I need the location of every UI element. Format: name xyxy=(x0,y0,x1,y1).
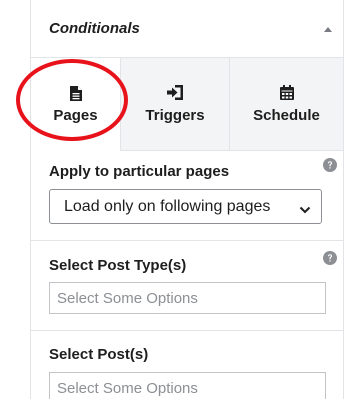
tab-label: Schedule xyxy=(253,106,320,124)
divider xyxy=(343,0,344,399)
posts-field: Select Post(s) Select Some Options xyxy=(31,331,343,399)
panel-title: Conditionals xyxy=(49,20,140,37)
triangle-up-icon[interactable] xyxy=(321,22,335,36)
select-value: Load only on following pages xyxy=(64,198,271,215)
field-label: Select Post Type(s) xyxy=(49,257,187,274)
sign-in-icon xyxy=(167,85,183,101)
field-label: Select Post(s) xyxy=(49,346,149,363)
post-types-field: Select Post Type(s) Select Some Options xyxy=(31,241,343,331)
posts-input[interactable]: Select Some Options xyxy=(49,372,326,399)
tab-triggers[interactable]: Triggers xyxy=(120,58,230,151)
post-types-input[interactable]: Select Some Options xyxy=(49,282,326,314)
panel-header[interactable]: Conditionals xyxy=(31,0,343,58)
apply-pages-field: Apply to particular pages Load only on f… xyxy=(31,151,343,241)
tab-bar: Pages Triggers Schedule xyxy=(31,58,343,151)
question-circle-icon[interactable] xyxy=(323,251,337,265)
input-placeholder: Select Some Options xyxy=(57,290,198,307)
tab-label: Triggers xyxy=(145,106,205,124)
chevron-down-icon xyxy=(299,202,311,214)
input-placeholder: Select Some Options xyxy=(57,380,198,397)
field-label: Apply to particular pages xyxy=(49,163,230,180)
conditionals-panel: Conditionals Pages Triggers Schedule App… xyxy=(0,0,352,399)
apply-pages-select[interactable]: Load only on following pages xyxy=(49,189,322,224)
tab-label: Pages xyxy=(53,107,98,124)
file-icon xyxy=(68,85,84,101)
calendar-icon xyxy=(279,85,295,101)
tab-pages[interactable]: Pages xyxy=(31,58,120,151)
question-circle-icon[interactable] xyxy=(323,158,337,172)
tab-schedule[interactable]: Schedule xyxy=(230,58,343,151)
